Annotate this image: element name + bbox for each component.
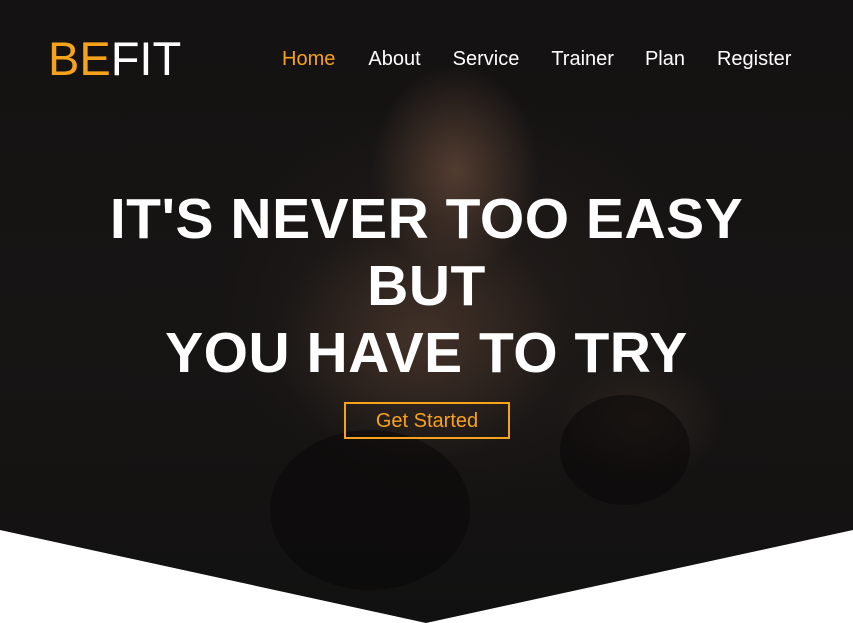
brand-prefix: BE xyxy=(48,32,111,85)
nav-item-home[interactable]: Home xyxy=(282,47,335,71)
headline-line-3: YOU HAVE TO TRY xyxy=(165,321,688,385)
nav-item-plan[interactable]: Plan xyxy=(645,47,685,71)
nav-item-about[interactable]: About xyxy=(368,47,420,71)
hero-headline: IT'S NEVER TOO EASY BUT YOU HAVE TO TRY xyxy=(0,186,853,387)
brand-logo[interactable]: BEFIT xyxy=(48,32,181,86)
nav-item-trainer[interactable]: Trainer xyxy=(551,47,614,71)
nav-item-register[interactable]: Register xyxy=(717,47,791,71)
headline-line-1: IT'S NEVER TOO EASY xyxy=(109,187,744,251)
brand-suffix: FIT xyxy=(110,32,182,85)
get-started-button[interactable]: Get Started xyxy=(344,402,510,439)
main-nav: Home About Service Trainer Plan Register xyxy=(282,47,791,71)
nav-item-service[interactable]: Service xyxy=(453,47,520,71)
kettlebell-right-shape xyxy=(560,395,690,505)
kettlebell-left-shape xyxy=(270,430,470,590)
headline-line-2: BUT xyxy=(367,254,486,318)
